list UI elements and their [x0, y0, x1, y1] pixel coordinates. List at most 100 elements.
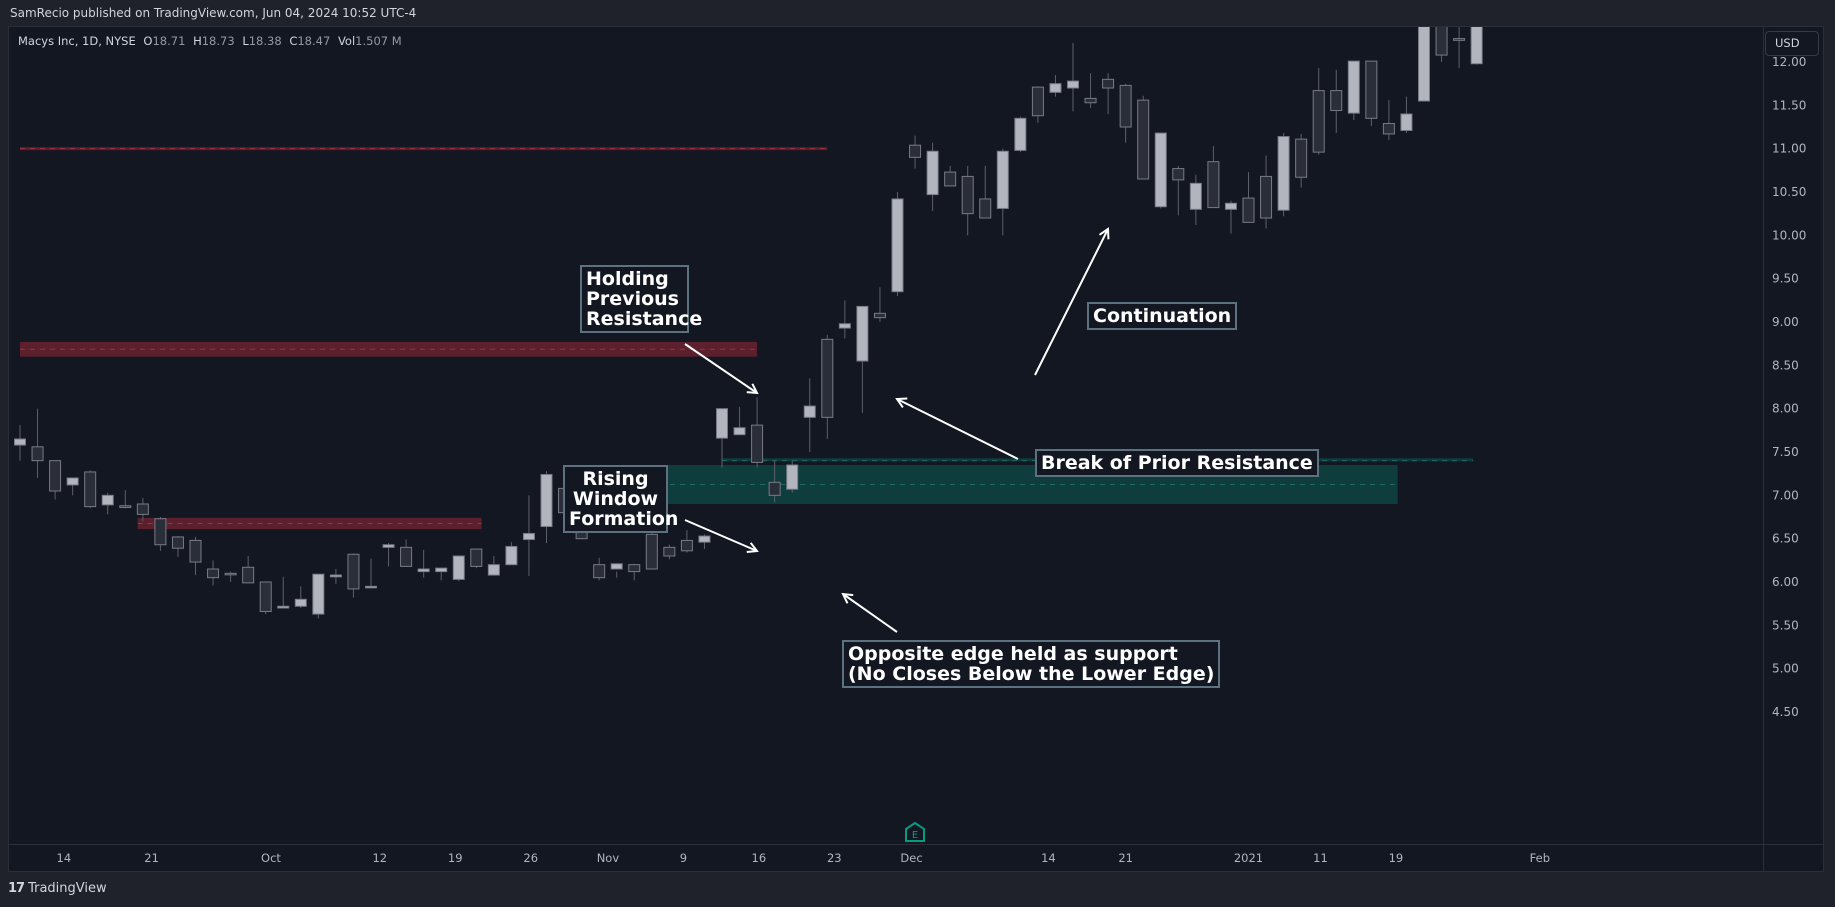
candle [171, 536, 184, 557]
y-tick-label: 5.50 [1772, 618, 1799, 632]
candle [909, 135, 922, 169]
y-tick-label: 8.00 [1772, 402, 1799, 416]
earnings-icon[interactable]: E [904, 821, 926, 843]
candle [329, 569, 342, 584]
candle [733, 406, 746, 436]
x-tick-label: 26 [523, 851, 538, 865]
earnings-label: E [912, 830, 918, 841]
x-tick-label: 23 [827, 851, 842, 865]
y-tick-label: 9.50 [1772, 272, 1799, 286]
candle [821, 335, 834, 440]
candle-body [136, 503, 149, 515]
candle-body [1242, 197, 1255, 223]
candle [593, 557, 606, 581]
x-tick-label: 2021 [1234, 851, 1263, 865]
note-rising-window[interactable]: Rising Window Formation [563, 465, 678, 533]
candle-body [487, 564, 500, 576]
candle-body [540, 474, 553, 528]
y-tick-label: 10.00 [1772, 228, 1806, 242]
close-value: C18.47 [289, 34, 331, 48]
candle-body [242, 566, 255, 584]
y-tick-label: 6.00 [1772, 575, 1799, 589]
candle [1612, 10, 1623, 12]
candle [1260, 155, 1273, 229]
candle [522, 495, 535, 576]
x-tick-label: 19 [1389, 851, 1404, 865]
candle [803, 378, 816, 453]
volume-value: Vol1.507 M [337, 34, 402, 48]
candle-body [1400, 113, 1413, 131]
candle-body [1489, 10, 1500, 12]
candle-body [593, 564, 606, 579]
candle [1400, 96, 1413, 134]
x-tick-label: Oct [261, 851, 281, 865]
candle-body [1295, 138, 1308, 178]
candle [435, 567, 448, 581]
candle [786, 460, 799, 493]
candle [382, 543, 395, 567]
tradingview-logo-icon: 17 [8, 881, 25, 896]
candle [347, 553, 360, 598]
candle-body [1014, 117, 1027, 151]
candle-body [171, 536, 184, 549]
candle-body [1154, 132, 1167, 208]
candle-body [961, 175, 974, 215]
candle-body [1312, 90, 1325, 153]
x-tick-label: Feb [1530, 851, 1550, 865]
candle-body [66, 477, 79, 486]
candle-body [1418, 27, 1430, 102]
note-continuation[interactable]: Continuation [1087, 302, 1238, 330]
candle-body [31, 446, 44, 462]
candle [49, 460, 62, 500]
candle-body [1365, 60, 1378, 119]
candle-body [1102, 78, 1115, 89]
note-line: Resistance [586, 308, 703, 330]
candle [1031, 86, 1044, 123]
candle-body [49, 460, 62, 492]
y-tick-label: 7.00 [1772, 488, 1799, 502]
candle-body [1453, 38, 1466, 41]
candle [1242, 172, 1255, 223]
candle [663, 544, 676, 560]
note-opposite-edge[interactable]: Opposite edge held as support (No Closes… [842, 640, 1221, 688]
y-tick-label: 11.00 [1772, 142, 1806, 156]
y-tick-label: 10.50 [1772, 185, 1806, 199]
candle [1365, 60, 1378, 127]
candle [136, 497, 149, 522]
candle [1224, 200, 1237, 234]
candle-body [1347, 60, 1360, 114]
candle [891, 192, 904, 297]
candle [66, 477, 79, 496]
tradingview-brand[interactable]: 17 TradingView [8, 881, 107, 896]
candle [751, 397, 764, 468]
x-tick-label: 11 [1313, 851, 1328, 865]
candle [417, 549, 430, 578]
candle-body [470, 548, 483, 567]
candle [698, 534, 711, 550]
time-axis-divider [9, 844, 1824, 845]
candle-body [1260, 175, 1273, 219]
y-tick-label: 6.50 [1772, 532, 1799, 546]
candle-body [400, 546, 413, 567]
candle-body [716, 408, 728, 439]
candle [1489, 10, 1500, 12]
note-holding-previous-resistance[interactable]: Holding Previous Resistance [580, 265, 703, 333]
candle-body [1559, 10, 1570, 12]
candle-body [1524, 10, 1535, 12]
chart-plot[interactable]: 12.00 11.50 11.00 10.50 10.00 9.50 9.00 8.50 8.0… [0, 0, 1835, 907]
note-break-of-prior-resistance[interactable]: Break of Prior Resistance [1035, 449, 1319, 477]
arrow-break [897, 399, 1019, 460]
x-tick-label: 21 [1118, 851, 1133, 865]
candle-body [382, 544, 395, 548]
candle-body [698, 535, 711, 543]
candle-body [979, 198, 992, 219]
y-tick-label: 7.50 [1772, 445, 1799, 459]
arrow-opposite [843, 594, 898, 633]
symbol-name: Macys Inc, 1D, NYSE [18, 34, 136, 48]
candle [1119, 83, 1132, 143]
candle [1189, 174, 1202, 225]
candle-body [1470, 27, 1483, 65]
currency-button[interactable]: USD [1765, 31, 1819, 56]
candle [1067, 42, 1079, 112]
candle-body [1224, 202, 1237, 210]
